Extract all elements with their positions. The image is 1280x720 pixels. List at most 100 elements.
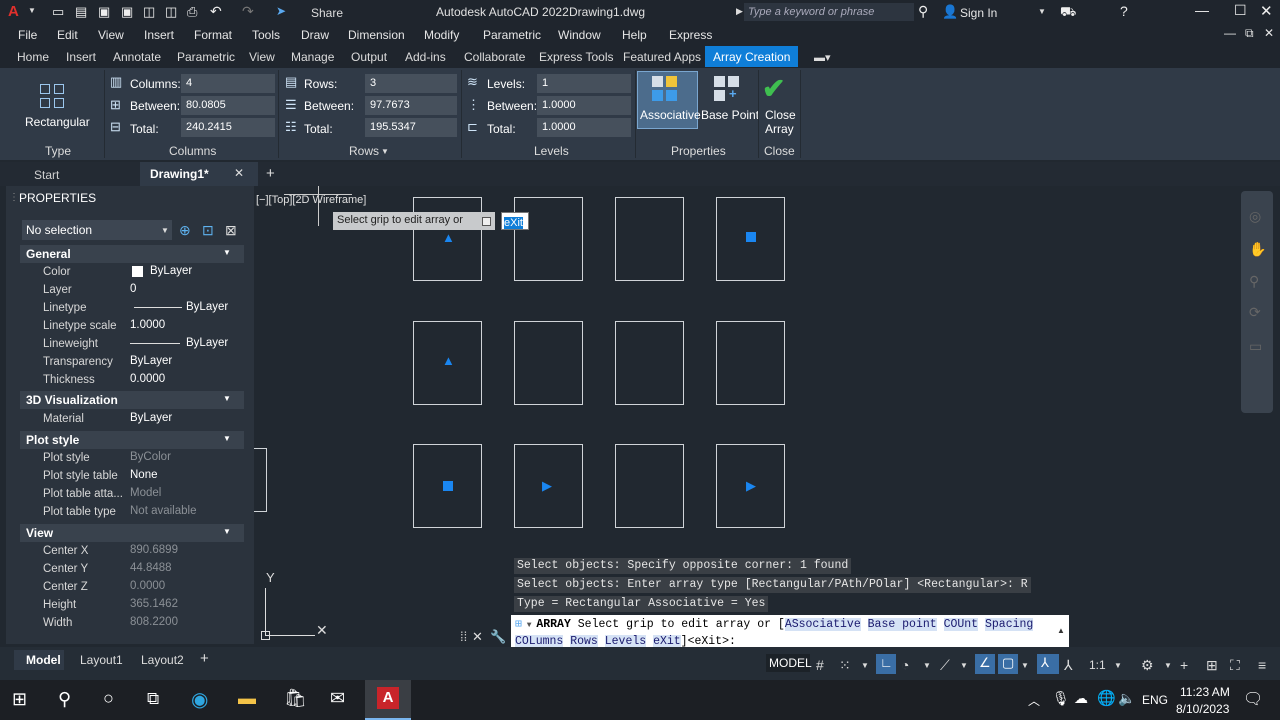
nav-steering-wheel-icon[interactable]: ◎ <box>1249 208 1261 225</box>
menu-help[interactable]: Help <box>622 28 647 42</box>
chevron-down-icon[interactable]: ▼ <box>28 6 36 15</box>
columns-total-input[interactable]: 240.2415 <box>181 118 275 137</box>
rows-panel-title[interactable]: Rows <box>349 144 379 158</box>
chevron-down-icon[interactable]: ▼ <box>960 661 968 670</box>
select-objects-icon[interactable]: ⊡ <box>202 222 214 239</box>
menu-modify[interactable]: Modify <box>424 28 459 42</box>
nav-showmotion-icon[interactable]: ▭ <box>1249 338 1262 355</box>
tab-insert[interactable]: Insert <box>66 50 96 64</box>
chevron-down-icon[interactable]: ▼ <box>1164 661 1172 670</box>
collapse-icon[interactable]: ▼ <box>223 434 231 443</box>
option-associative[interactable]: ASsociative <box>784 618 861 631</box>
menu-edit[interactable]: Edit <box>57 28 78 42</box>
lineweight-value[interactable]: ByLayer <box>186 337 228 349</box>
task-view-icon[interactable]: ⧉ <box>147 689 159 709</box>
notification-icon[interactable]: 🗨 <box>1243 689 1263 709</box>
annotation-monitor-icon[interactable]: + <box>1180 657 1188 673</box>
save-web-icon[interactable]: ◫ <box>165 4 177 20</box>
snap-icon[interactable]: ⁙ <box>839 657 851 674</box>
menu-dimension[interactable]: Dimension <box>348 28 405 42</box>
tab-parametric[interactable]: Parametric <box>177 50 235 64</box>
thickness-value[interactable]: 0.0000 <box>130 373 165 385</box>
tab-output[interactable]: Output <box>351 50 387 64</box>
menu-window[interactable]: Window <box>558 28 601 42</box>
command-grip-icon[interactable]: ⁞⁞ <box>460 629 467 644</box>
share-icon[interactable]: ➤ <box>276 4 286 18</box>
menu-draw[interactable]: Draw <box>301 28 329 42</box>
menu-express[interactable]: Express <box>669 28 712 42</box>
microphone-icon[interactable]: 🎙 <box>1052 690 1070 707</box>
chevron-down-icon[interactable]: ▼ <box>923 661 931 670</box>
doc-minimize-button[interactable]: — <box>1224 26 1236 40</box>
chevron-down-icon[interactable]: ▼ <box>1114 661 1122 670</box>
annotation-scale[interactable]: 1:1 <box>1089 658 1106 672</box>
chevron-down-icon[interactable]: ▼ <box>381 147 389 156</box>
levels-count-input[interactable]: 1 <box>537 74 631 93</box>
tab-express-tools[interactable]: Express Tools <box>539 50 613 64</box>
tooltip-dropdown-icon[interactable] <box>482 217 491 226</box>
columns-between-input[interactable]: 80.0805 <box>181 96 275 115</box>
plot-style-table-value[interactable]: None <box>130 469 158 481</box>
menu-file[interactable]: File <box>18 28 37 42</box>
isolate-objects-icon[interactable]: ⊞ <box>1206 657 1218 674</box>
open-web-icon[interactable]: ◫ <box>143 4 155 20</box>
array-item[interactable] <box>615 321 684 405</box>
workspace-gear-icon[interactable]: ⚙ <box>1141 657 1154 674</box>
network-icon[interactable]: 🌐 <box>1097 689 1116 707</box>
selection-dropdown[interactable]: No selection <box>22 220 172 240</box>
nav-orbit-icon[interactable]: ⟳ <box>1249 304 1261 321</box>
command-options-icon[interactable]: ▼ <box>522 621 536 630</box>
open-file-icon[interactable]: ▤ <box>75 4 87 20</box>
undo-icon[interactable]: ↶ <box>210 3 222 20</box>
view-section[interactable]: View <box>20 524 244 542</box>
mail-icon[interactable]: ✉ <box>330 688 345 709</box>
language-indicator[interactable]: ENG <box>1142 693 1168 707</box>
palette-grip-icon[interactable]: ⋮ <box>9 192 19 203</box>
command-close-icon[interactable]: ✕ <box>472 629 483 645</box>
minimize-button[interactable]: — <box>1195 2 1209 18</box>
isodraft-icon[interactable]: ⟋ <box>940 657 950 674</box>
viewport-controls[interactable]: [−][Top][2D Wireframe] <box>256 194 366 206</box>
autocad-logo-icon[interactable]: A <box>8 3 19 20</box>
maximize-button[interactable]: ☐ <box>1234 2 1247 19</box>
tab-addins[interactable]: Add-ins <box>405 50 446 64</box>
close-array-button-line2[interactable]: Array <box>765 122 794 136</box>
help-icon[interactable]: ? <box>1120 3 1128 19</box>
add-layout-icon[interactable]: + <box>200 650 209 667</box>
start-tab[interactable]: Start <box>34 168 59 182</box>
rectangular-button[interactable]: Rectangular <box>25 115 90 129</box>
exit-option-input[interactable]: eXit <box>501 212 529 230</box>
linetype-value[interactable]: ByLayer <box>186 301 228 313</box>
collapse-icon[interactable]: ▼ <box>223 248 231 257</box>
share-button[interactable]: Share <box>311 6 343 20</box>
quick-select-icon[interactable]: ⊠ <box>225 222 237 239</box>
menu-parametric[interactable]: Parametric <box>483 28 541 42</box>
file-explorer-icon[interactable]: ▬ <box>238 688 256 709</box>
tab-manage[interactable]: Manage <box>291 50 334 64</box>
tab-layout2[interactable]: Layout2 <box>141 653 184 667</box>
menu-tools[interactable]: Tools <box>252 28 280 42</box>
new-file-icon[interactable]: ▭ <box>52 4 64 20</box>
option-spacing[interactable]: Spacing <box>984 618 1034 631</box>
cortana-icon[interactable]: ○ <box>103 688 114 709</box>
edge-browser-icon[interactable]: ◉ <box>191 687 208 712</box>
corner-grip-icon[interactable] <box>746 232 756 242</box>
sign-in-button[interactable]: Sign In <box>960 6 997 20</box>
tab-layout1[interactable]: Layout1 <box>80 653 123 667</box>
checkmark-icon[interactable]: ✔ <box>762 72 785 105</box>
close-array-button[interactable]: Close <box>765 108 796 122</box>
show-hidden-icons[interactable]: ︿ <box>1028 692 1040 709</box>
levels-total-input[interactable]: 1.0000 <box>537 118 631 137</box>
row-grip-icon[interactable]: ▲ <box>442 230 455 245</box>
print-icon[interactable]: ⎙ <box>187 4 197 20</box>
rectangular-array-icon[interactable] <box>40 84 68 112</box>
base-grip-icon[interactable] <box>443 481 453 491</box>
auto-scale-icon[interactable]: ⅄ <box>1064 657 1073 674</box>
array-item[interactable] <box>615 444 684 528</box>
object-snap-tracking-icon[interactable]: ∠ <box>975 654 995 674</box>
ribbon-options-icon[interactable]: ▬▾ <box>814 51 831 64</box>
tab-view[interactable]: View <box>249 50 275 64</box>
search-expand-icon[interactable]: ▶ <box>736 6 743 17</box>
array-item[interactable] <box>514 197 583 281</box>
rows-count-input[interactable]: 3 <box>365 74 457 93</box>
